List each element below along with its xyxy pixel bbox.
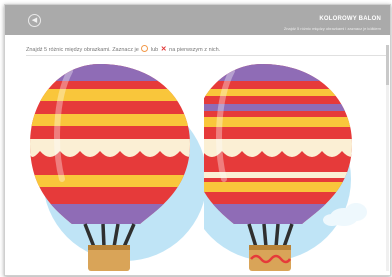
basket-rim <box>88 245 130 250</box>
circle-marker-icon <box>141 45 149 52</box>
back-arrow-icon: ◀ <box>31 17 38 24</box>
scrollbar[interactable] <box>386 45 389 271</box>
right-picture[interactable] <box>187 59 384 274</box>
title-bar: ◀ KOLOROWY BALON Znajdź 5 różnic między … <box>5 5 390 35</box>
basket-rim <box>249 245 291 250</box>
balloon-left-illustration[interactable] <box>30 59 210 274</box>
instruction-text-part3: na pierwszym z nich. <box>169 47 221 53</box>
scrollbar-thumb[interactable] <box>386 45 389 85</box>
game-window: ◀ KOLOROWY BALON Znajdź 5 różnic między … <box>4 4 391 276</box>
left-picture[interactable] <box>30 59 210 274</box>
game-subtitle: Znajdź 5 różnic między obrazkami i zazna… <box>283 26 381 31</box>
game-title: KOLOROWY BALON <box>319 16 381 22</box>
back-button[interactable]: ◀ <box>28 14 41 27</box>
instruction-text-part2: lub <box>150 47 159 53</box>
instruction-bar: Znajdź 5 różnic między obrazkami. Zaznac… <box>26 43 386 56</box>
x-marker-icon: ✕ <box>160 46 167 53</box>
balloon-right-illustration[interactable] <box>187 59 384 274</box>
instruction-text: Znajdź 5 różnic między obrazkami. Zaznac… <box>26 45 220 53</box>
instruction-text-part1: Znajdź 5 różnic między obrazkami. Zaznac… <box>26 47 139 53</box>
